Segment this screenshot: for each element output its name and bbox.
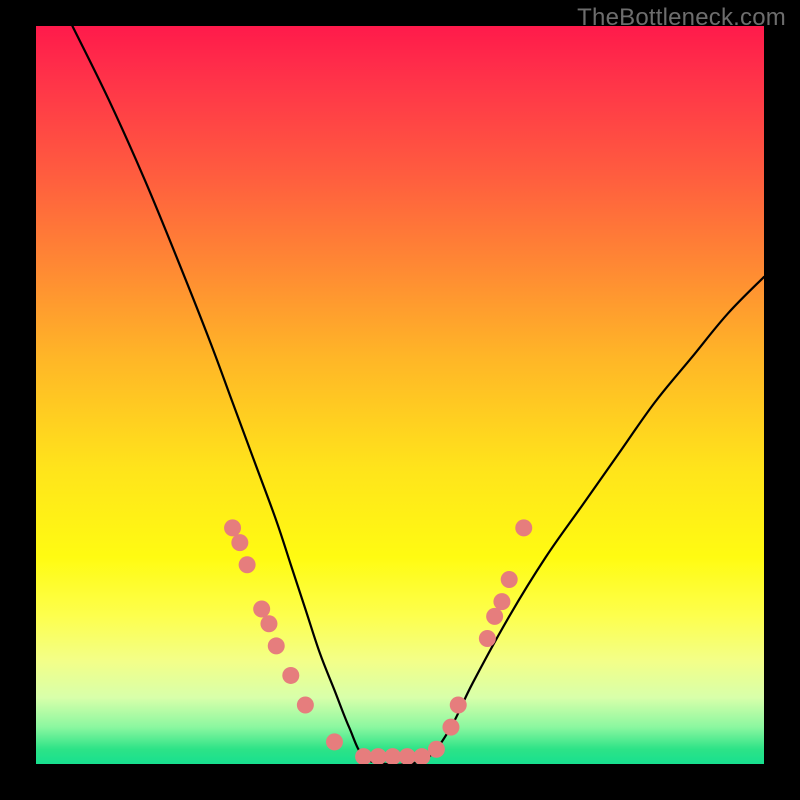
gpu-point bbox=[493, 593, 510, 610]
gpu-point bbox=[253, 601, 270, 618]
chart-svg bbox=[36, 26, 764, 764]
gpu-point bbox=[326, 733, 343, 750]
gpu-point bbox=[224, 519, 241, 536]
gpu-point bbox=[384, 748, 401, 764]
gpu-point bbox=[479, 630, 496, 647]
gpu-point bbox=[515, 519, 532, 536]
gpu-point bbox=[399, 748, 416, 764]
gpu-point bbox=[450, 696, 467, 713]
gpu-point bbox=[355, 748, 372, 764]
gpu-point bbox=[268, 637, 285, 654]
gpu-point bbox=[413, 748, 430, 764]
gpu-point bbox=[370, 748, 387, 764]
gpu-point bbox=[260, 615, 277, 632]
gpu-point bbox=[428, 741, 445, 758]
gpu-point bbox=[501, 571, 518, 588]
gpu-point bbox=[231, 534, 248, 551]
gpu-points-group bbox=[224, 519, 532, 764]
gpu-point bbox=[297, 696, 314, 713]
plot-area bbox=[36, 26, 764, 764]
gpu-point bbox=[442, 719, 459, 736]
chart-frame: TheBottleneck.com bbox=[0, 0, 800, 800]
gpu-point bbox=[282, 667, 299, 684]
bottleneck-curve bbox=[72, 26, 764, 764]
gpu-point bbox=[239, 556, 256, 573]
gpu-point bbox=[486, 608, 503, 625]
